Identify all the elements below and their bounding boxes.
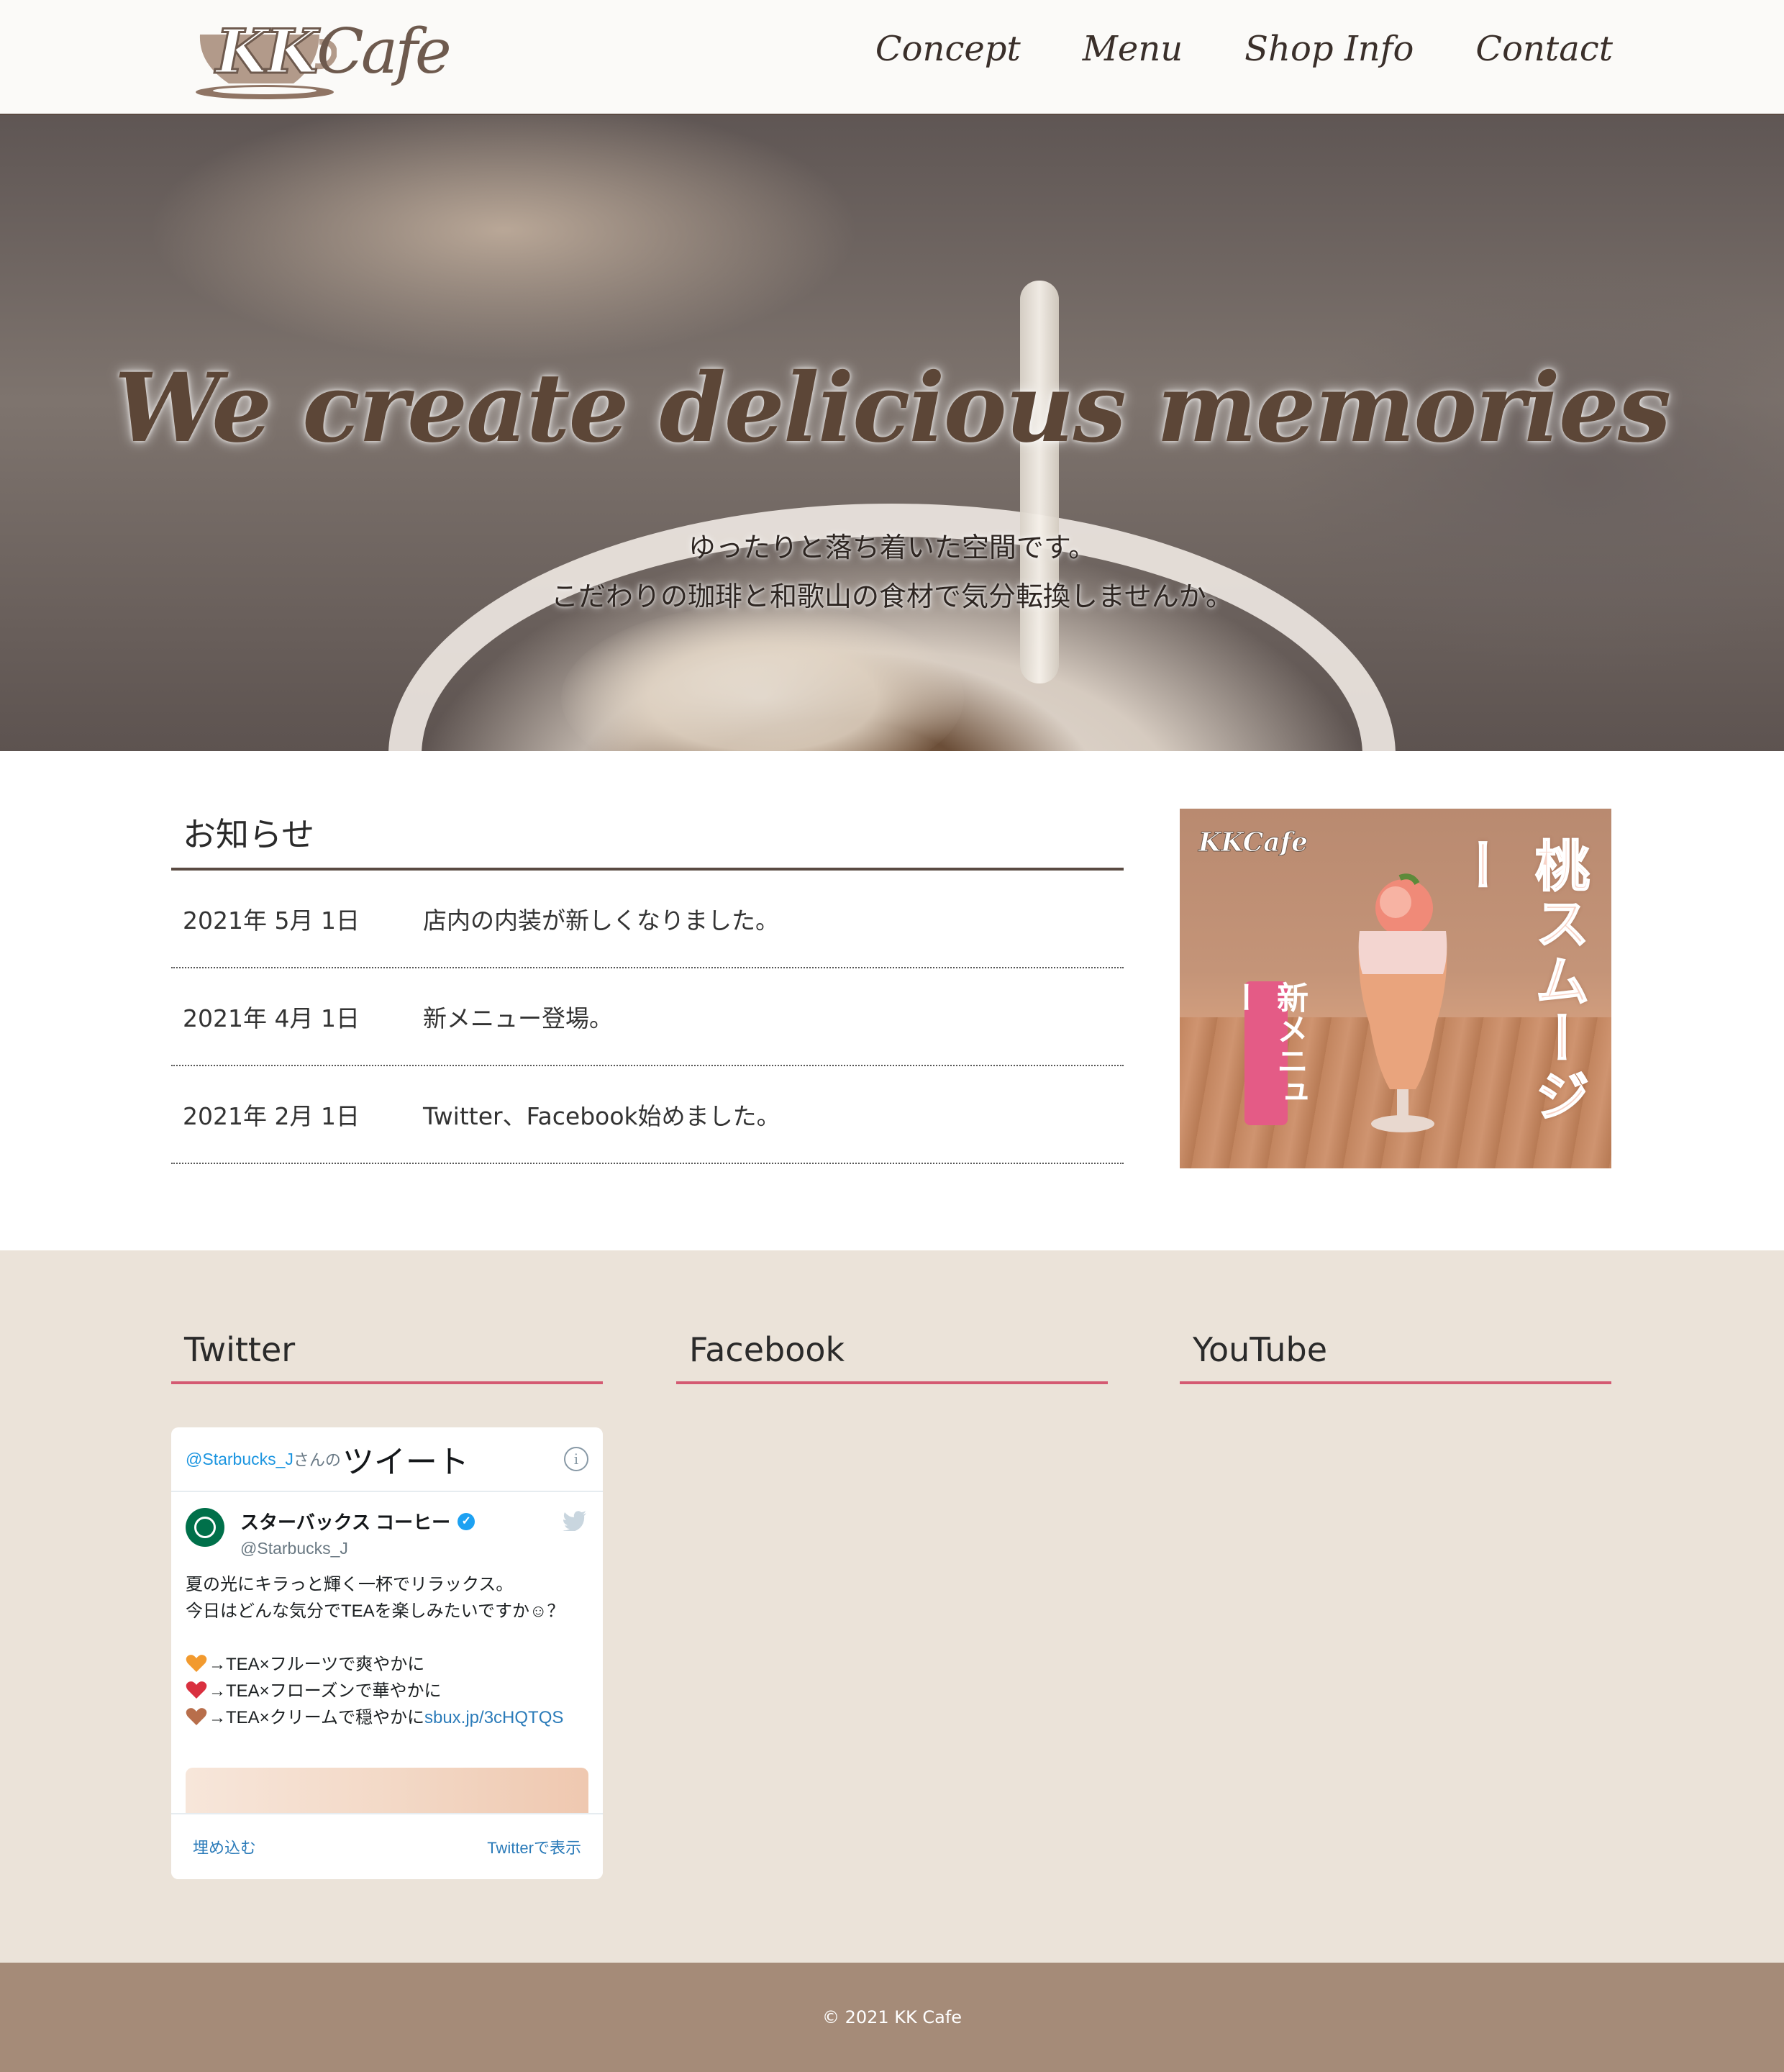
verified-badge-icon: ✓ [458, 1512, 475, 1530]
news-item[interactable]: 2021年 5月 1日 店内の内装が新しくなりました。 [171, 871, 1124, 968]
news-section: お知らせ 2021年 5月 1日 店内の内装が新しくなりました。 2021年 4… [171, 809, 1124, 1164]
promo-banner[interactable]: KKCafe 新メニュー 桃スムージー [1180, 809, 1611, 1168]
nav-menu[interactable]: Menu [1083, 29, 1183, 69]
view-on-twitter-link[interactable]: Twitterで表示 [487, 1835, 581, 1858]
twitter-handle-link[interactable]: @Starbucks_J [186, 1450, 293, 1469]
tweet-line: 今日はどんな気分でTEAを楽しみたいですか☺？ [186, 1601, 565, 1621]
brown-heart-icon [186, 1708, 207, 1725]
hero-subtitle-line2: こだわりの珈琲と和歌山の食材で気分転換しませんか。 [550, 581, 1234, 612]
news-text: 店内の内装が新しくなりました。 [423, 906, 779, 935]
red-heart-icon [186, 1681, 207, 1699]
avatar[interactable] [186, 1508, 224, 1547]
embed-link[interactable]: 埋め込む [193, 1835, 256, 1858]
new-menu-badge: 新メニュー [1225, 981, 1308, 1125]
site-footer: © 2021 KK Cafe [0, 1963, 1784, 2072]
news-date: 2021年 5月 1日 [183, 906, 360, 935]
tweet-author-name[interactable]: スターバックス コーヒー ✓ [240, 1508, 475, 1535]
news-item[interactable]: 2021年 2月 1日 Twitter、Facebook始めました。 [171, 1066, 1124, 1164]
logo-text: KKCafe [214, 15, 451, 88]
twitter-widget-footer: 埋め込む Twitterで表示 [171, 1813, 603, 1879]
tweet-text: 夏の光にキラっと輝く一杯でリラックス。 今日はどんな気分でTEAを楽しみたいです… [186, 1571, 588, 1731]
news-item[interactable]: 2021年 4月 1日 新メニュー登場。 [171, 968, 1124, 1066]
news-text: Twitter、Facebook始めました。 [423, 1102, 780, 1130]
promo-title: 桃スムージー [1446, 837, 1590, 1126]
nav-shop-info[interactable]: Shop Info [1244, 29, 1414, 69]
twitter-timeline-widget[interactable]: @Starbucks_J さんの ツイート i スターバックス コーヒー ✓ @… [171, 1427, 603, 1879]
tweet-line: →TEA×フルーツで爽やかに [186, 1651, 588, 1678]
logo[interactable]: KKCafe [186, 13, 452, 104]
nav-concept[interactable]: Concept [875, 29, 1021, 69]
news-text: 新メニュー登場。 [423, 1004, 613, 1032]
smoothie-glass-image [1358, 873, 1447, 1132]
twitter-bird-icon[interactable] [563, 1511, 587, 1531]
hero-title: We create delicious memories [114, 353, 1671, 464]
twitter-column: Twitter [171, 1322, 603, 1384]
facebook-column: Facebook [676, 1322, 1108, 1384]
tweet-screen-name[interactable]: @Starbucks_J [240, 1539, 475, 1558]
hero: We create delicious memories ゆったりと落ち着いた空… [0, 115, 1784, 751]
tweet[interactable]: スターバックス コーヒー ✓ @Starbucks_J 夏の光にキラっと輝く一杯… [171, 1492, 603, 1731]
info-icon[interactable]: i [564, 1447, 588, 1471]
tweet-media-image[interactable] [186, 1768, 588, 1814]
main-nav: Concept Menu Shop Info Contact [875, 29, 1613, 69]
site-header: KKCafe Concept Menu Shop Info Contact [0, 0, 1784, 115]
tweet-link[interactable]: sbux.jp/3cHQTQS [424, 1708, 563, 1727]
tweet-line: →TEA×クリームで穏やかにsbux.jp/3cHQTQS [186, 1704, 588, 1731]
youtube-heading: YouTube [1180, 1322, 1611, 1384]
orange-heart-icon [186, 1655, 207, 1672]
twitter-widget-title: ツイート [342, 1445, 469, 1480]
tweet-line: 夏の光にキラっと輝く一杯でリラックス。 [186, 1575, 514, 1594]
facebook-heading: Facebook [676, 1322, 1108, 1384]
promo-logo: KKCafe [1198, 827, 1309, 858]
twitter-handle-suffix: さんの [293, 1451, 341, 1469]
twitter-widget-header: @Starbucks_J さんの ツイート i [171, 1427, 603, 1492]
news-date: 2021年 4月 1日 [183, 1004, 360, 1032]
news-title: お知らせ [171, 809, 1124, 871]
news-date: 2021年 2月 1日 [183, 1102, 360, 1130]
twitter-heading: Twitter [171, 1322, 603, 1384]
milk-pour-image [1020, 281, 1059, 683]
copyright: © 2021 KK Cafe [822, 2007, 962, 2027]
tweet-line: →TEA×フローズンで華やかに [186, 1678, 588, 1704]
tweet-author[interactable]: スターバックス コーヒー ✓ @Starbucks_J [186, 1508, 588, 1558]
nav-contact[interactable]: Contact [1475, 29, 1613, 69]
youtube-column: YouTube [1180, 1322, 1611, 1384]
hero-subtitle-line1: ゆったりと落ち着いた空間です。 [688, 532, 1096, 563]
